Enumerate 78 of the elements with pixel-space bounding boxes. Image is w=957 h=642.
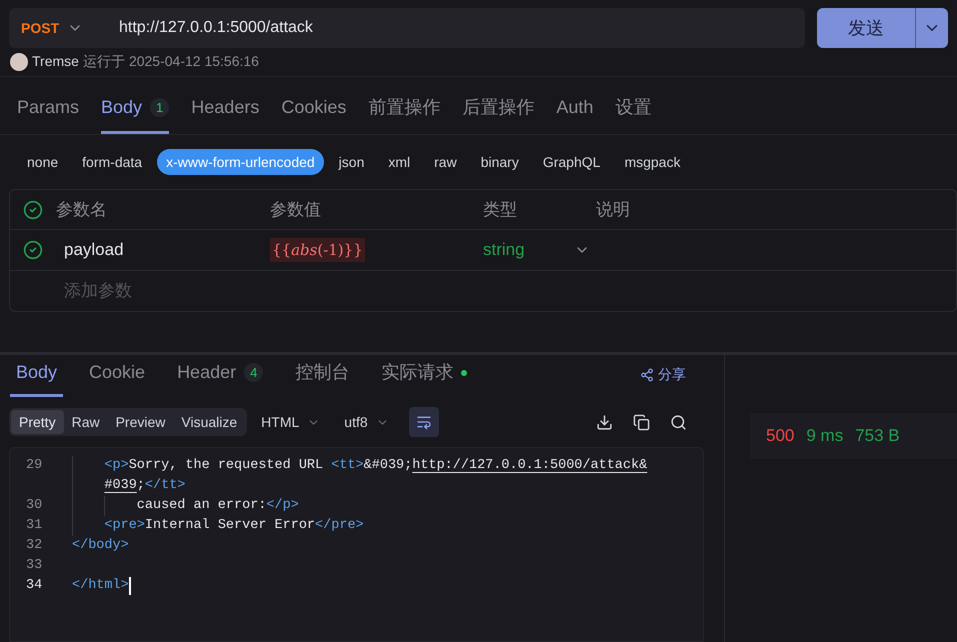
- status-code: 500: [766, 425, 794, 448]
- response-time: 9 ms: [806, 425, 844, 448]
- param-type: string: [483, 239, 525, 262]
- code-tag: </pre>: [315, 516, 364, 536]
- column-header: 类型: [483, 198, 518, 221]
- line-number: 34: [26, 578, 42, 593]
- body-type-option[interactable]: binary: [472, 149, 528, 175]
- code-tag: </p>: [266, 496, 299, 516]
- checkbox-icon[interactable]: [23, 200, 43, 220]
- code-tag: </body>: [72, 536, 129, 556]
- body-type-option[interactable]: none: [18, 149, 68, 175]
- code-text: Internal Server Error: [144, 517, 316, 535]
- response-size: 753 B: [855, 425, 900, 448]
- line-number: 29: [26, 458, 42, 473]
- code-tag: <tt>: [331, 456, 364, 476]
- line-number: 30: [26, 498, 42, 513]
- url-input[interactable]: http://127.0.0.1:5000/attack: [119, 16, 793, 40]
- share-button[interactable]: 分享: [640, 364, 686, 385]
- request-tab[interactable]: 设置: [615, 94, 652, 134]
- count-badge: 4: [244, 362, 264, 382]
- code-text: caused an error:: [136, 497, 266, 515]
- request-tab[interactable]: 后置操作: [462, 94, 534, 134]
- column-header: 参数值: [270, 198, 322, 221]
- response-tab[interactable]: 实际请求: [375, 359, 474, 397]
- send-menu-button[interactable]: [915, 8, 948, 48]
- code-text: ;: [136, 477, 145, 495]
- request-tab[interactable]: Cookies: [281, 94, 346, 134]
- body-type-option[interactable]: form-data: [73, 149, 152, 175]
- line-number: 33: [26, 558, 42, 573]
- request-tab[interactable]: Headers: [191, 94, 260, 134]
- download-icon[interactable]: [596, 414, 613, 430]
- body-type-option[interactable]: raw: [425, 149, 466, 175]
- code-text: Sorry, the requested URL: [128, 457, 324, 475]
- share-icon: [640, 368, 654, 382]
- column-header: 说明: [596, 198, 631, 221]
- code-link[interactable]: #039: [104, 476, 137, 496]
- count-badge: 1: [150, 98, 170, 118]
- code-link[interactable]: http://127.0.0.1:5000/attack&: [412, 456, 648, 476]
- request-tab[interactable]: 前置操作: [368, 94, 440, 134]
- body-type-option[interactable]: xml: [379, 149, 420, 175]
- line-number: 31: [26, 518, 42, 533]
- body-type-option[interactable]: GraphQL: [534, 149, 610, 175]
- send-button[interactable]: 发送: [817, 8, 915, 48]
- avatar: [10, 52, 28, 70]
- url-bar[interactable]: POST http://127.0.0.1:5000/attack: [9, 8, 805, 48]
- request-tab[interactable]: Body 1: [101, 94, 170, 134]
- request-tab[interactable]: Params: [17, 94, 80, 134]
- format-dropdown[interactable]: HTML: [261, 412, 320, 432]
- response-tab[interactable]: Body: [10, 359, 64, 397]
- column-header: 参数名: [56, 198, 108, 221]
- param-name: payload: [64, 240, 124, 260]
- method-dropdown[interactable]: POST: [21, 18, 111, 38]
- wrap-icon: [416, 414, 432, 430]
- code-tag: </tt>: [144, 476, 186, 496]
- response-tab[interactable]: Header 4: [171, 359, 270, 397]
- body-type-option[interactable]: json: [330, 149, 374, 175]
- body-type-option[interactable]: msgpack: [615, 149, 690, 175]
- user-name: Tremse: [32, 52, 79, 71]
- search-icon[interactable]: [670, 414, 687, 430]
- response-tab[interactable]: Cookie: [83, 359, 152, 397]
- view-mode-option[interactable]: Pretty: [11, 410, 64, 434]
- response-tab[interactable]: 控制台: [289, 359, 356, 397]
- request-tab[interactable]: Auth: [556, 94, 594, 134]
- copy-icon[interactable]: [633, 414, 650, 430]
- code-tag: <p>: [104, 456, 129, 476]
- view-mode-option[interactable]: Visualize: [173, 410, 246, 434]
- view-mode-option[interactable]: Preview: [108, 410, 174, 434]
- wrap-button[interactable]: [408, 407, 439, 437]
- checkbox-icon[interactable]: [23, 240, 43, 260]
- code-text: &#039;: [364, 457, 412, 475]
- view-mode-option[interactable]: Raw: [64, 410, 108, 434]
- run-time: 2025-04-12 15:56:16: [128, 52, 259, 71]
- line-number: 32: [26, 538, 42, 553]
- encoding-dropdown[interactable]: utf8: [344, 412, 389, 432]
- param-value: {{abs(-1)}}: [270, 238, 365, 262]
- code-tag: <pre>: [104, 516, 145, 536]
- code-tag: </html>: [72, 576, 129, 596]
- run-label: 运行于: [82, 52, 125, 71]
